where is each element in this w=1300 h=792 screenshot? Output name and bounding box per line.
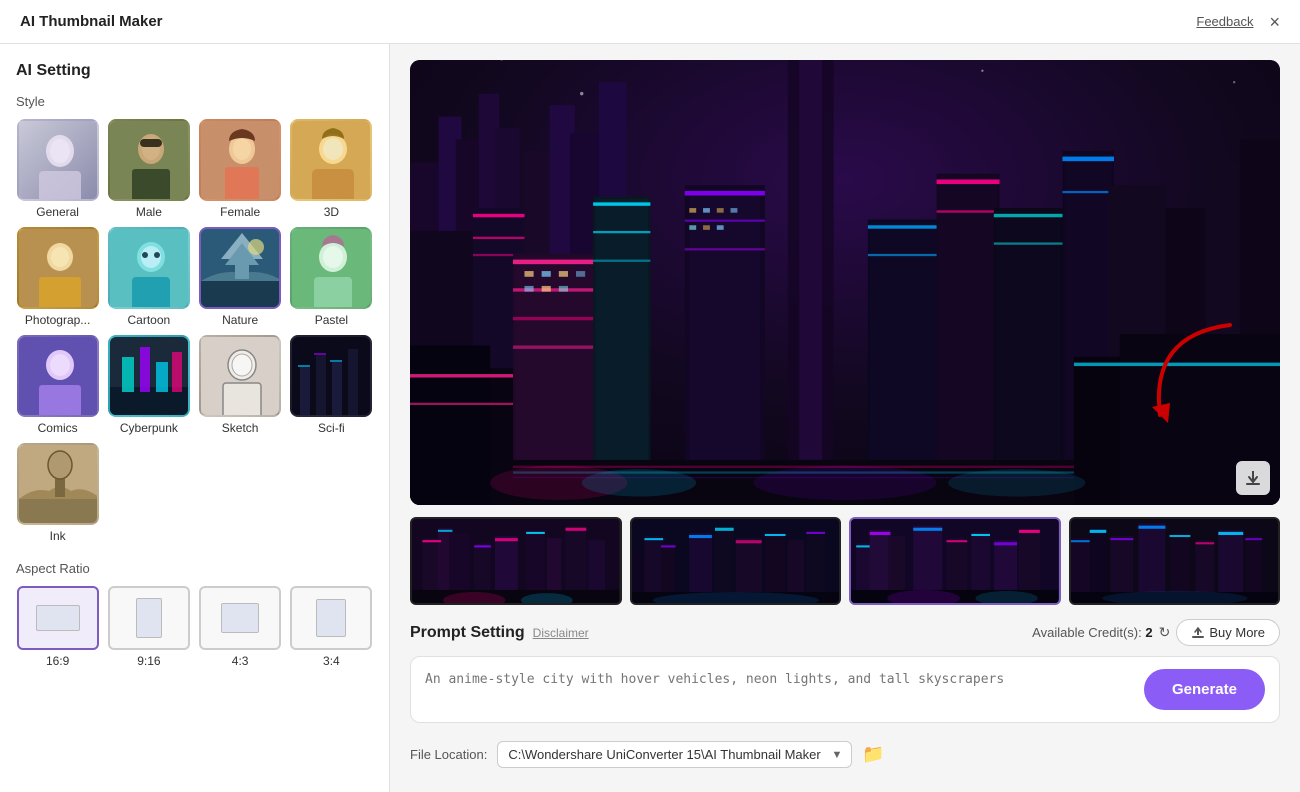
buy-more-button[interactable]: Buy More — [1176, 619, 1280, 646]
style-item-sketch[interactable]: Sketch — [199, 335, 282, 435]
style-label-3d: 3D — [324, 205, 339, 219]
aspect-label-4-3: 4:3 — [232, 654, 249, 668]
app-title: AI Thumbnail Maker — [20, 13, 163, 30]
credits-group: Available Credit(s): 2 ↻ Buy More — [1032, 619, 1280, 646]
aspect-inner-3-4 — [316, 599, 346, 637]
aspect-ratio-grid: 16:9 9:16 4:3 3:4 — [16, 586, 373, 668]
style-thumb-female — [199, 119, 281, 201]
feedback-link[interactable]: Feedback — [1196, 14, 1253, 29]
prompt-title: Prompt Setting — [410, 624, 525, 642]
style-label-photography: Photograp... — [25, 313, 90, 327]
aspect-box-16-9 — [17, 586, 99, 650]
style-item-nature[interactable]: Nature — [199, 227, 282, 327]
aspect-inner-9-16 — [136, 598, 162, 638]
style-label-cyberpunk: Cyberpunk — [120, 421, 178, 435]
aspect-item-4-3[interactable]: 4:3 — [199, 586, 282, 668]
style-thumb-3d — [290, 119, 372, 201]
right-panel: Prompt Setting Disclaimer Available Cred… — [390, 44, 1300, 792]
style-thumb-cyberpunk — [108, 335, 190, 417]
style-label-pastel: Pastel — [315, 313, 348, 327]
style-label-female: Female — [220, 205, 260, 219]
refresh-icon[interactable]: ↻ — [1159, 624, 1171, 641]
prompt-input-area: Generate — [410, 656, 1280, 723]
style-thumb-ink — [17, 443, 99, 525]
aspect-inner-16-9 — [36, 605, 80, 631]
main-image-area — [410, 60, 1280, 605]
aspect-label-3-4: 3:4 — [323, 654, 340, 668]
aspect-item-9-16[interactable]: 9:16 — [107, 586, 190, 668]
style-label-cartoon: Cartoon — [128, 313, 171, 327]
credits-label: Available Credit(s): 2 — [1032, 625, 1152, 640]
style-thumb-sketch — [199, 335, 281, 417]
style-grid: General Male — [16, 119, 373, 543]
style-thumb-general — [17, 119, 99, 201]
style-label-scifi: Sci-fi — [318, 421, 345, 435]
style-thumb-male — [108, 119, 190, 201]
style-label-sketch: Sketch — [222, 421, 259, 435]
aspect-ratio-label: Aspect Ratio — [16, 561, 373, 576]
file-location-bar: File Location: C:\Wondershare UniConvert… — [410, 733, 1280, 776]
main-image-container — [410, 60, 1280, 505]
style-item-3d[interactable]: 3D — [290, 119, 373, 219]
aspect-inner-4-3 — [221, 603, 259, 633]
credits-value: 2 — [1145, 625, 1152, 640]
aspect-box-9-16 — [108, 586, 190, 650]
style-item-female[interactable]: Female — [199, 119, 282, 219]
style-thumb-photography — [17, 227, 99, 309]
aspect-item-16-9[interactable]: 16:9 — [16, 586, 99, 668]
style-thumb-pastel — [290, 227, 372, 309]
title-bar-actions: Feedback × — [1196, 13, 1280, 31]
ai-setting-title: AI Setting — [16, 62, 373, 80]
download-icon[interactable] — [1236, 461, 1270, 495]
thumbnail-2[interactable] — [630, 517, 842, 605]
prompt-title-group: Prompt Setting Disclaimer — [410, 624, 589, 642]
folder-icon[interactable]: 📁 — [862, 744, 884, 765]
style-label: Style — [16, 94, 373, 109]
style-item-pastel[interactable]: Pastel — [290, 227, 373, 327]
aspect-label-16-9: 16:9 — [46, 654, 69, 668]
thumbnails-row — [410, 517, 1280, 605]
style-item-ink[interactable]: Ink — [16, 443, 99, 543]
thumbnail-3[interactable] — [849, 517, 1061, 605]
style-item-photography[interactable]: Photograp... — [16, 227, 99, 327]
style-thumb-cartoon — [108, 227, 190, 309]
style-label-comics: Comics — [38, 421, 78, 435]
thumbnail-1[interactable] — [410, 517, 622, 605]
aspect-item-3-4[interactable]: 3:4 — [290, 586, 373, 668]
upload-icon — [1191, 626, 1205, 640]
style-item-cyberpunk[interactable]: Cyberpunk — [107, 335, 190, 435]
aspect-box-4-3 — [199, 586, 281, 650]
aspect-box-3-4 — [290, 586, 372, 650]
style-thumb-comics — [17, 335, 99, 417]
style-label-male: Male — [136, 205, 162, 219]
style-item-scifi[interactable]: Sci-fi — [290, 335, 373, 435]
style-label-ink: Ink — [50, 529, 66, 543]
thumbnail-4[interactable] — [1069, 517, 1281, 605]
prompt-textarea[interactable] — [425, 671, 1134, 707]
style-label-nature: Nature — [222, 313, 258, 327]
aspect-label-9-16: 9:16 — [137, 654, 160, 668]
file-location-select[interactable]: C:\Wondershare UniConverter 15\AI Thumbn… — [497, 741, 852, 768]
close-button[interactable]: × — [1269, 13, 1280, 31]
disclaimer-link[interactable]: Disclaimer — [533, 626, 589, 640]
main-layout: AI Setting Style General — [0, 44, 1300, 792]
prompt-section: Prompt Setting Disclaimer Available Cred… — [410, 619, 1280, 776]
style-item-comics[interactable]: Comics — [16, 335, 99, 435]
file-location-label: File Location: — [410, 747, 487, 762]
prompt-header: Prompt Setting Disclaimer Available Cred… — [410, 619, 1280, 646]
style-thumb-scifi — [290, 335, 372, 417]
title-bar: AI Thumbnail Maker Feedback × — [0, 0, 1300, 44]
file-location-select-wrapper: C:\Wondershare UniConverter 15\AI Thumbn… — [497, 741, 852, 768]
style-item-male[interactable]: Male — [107, 119, 190, 219]
style-item-general[interactable]: General — [16, 119, 99, 219]
generate-button[interactable]: Generate — [1144, 669, 1265, 710]
sidebar: AI Setting Style General — [0, 44, 390, 792]
style-thumb-nature — [199, 227, 281, 309]
style-label-general: General — [36, 205, 79, 219]
style-item-cartoon[interactable]: Cartoon — [107, 227, 190, 327]
